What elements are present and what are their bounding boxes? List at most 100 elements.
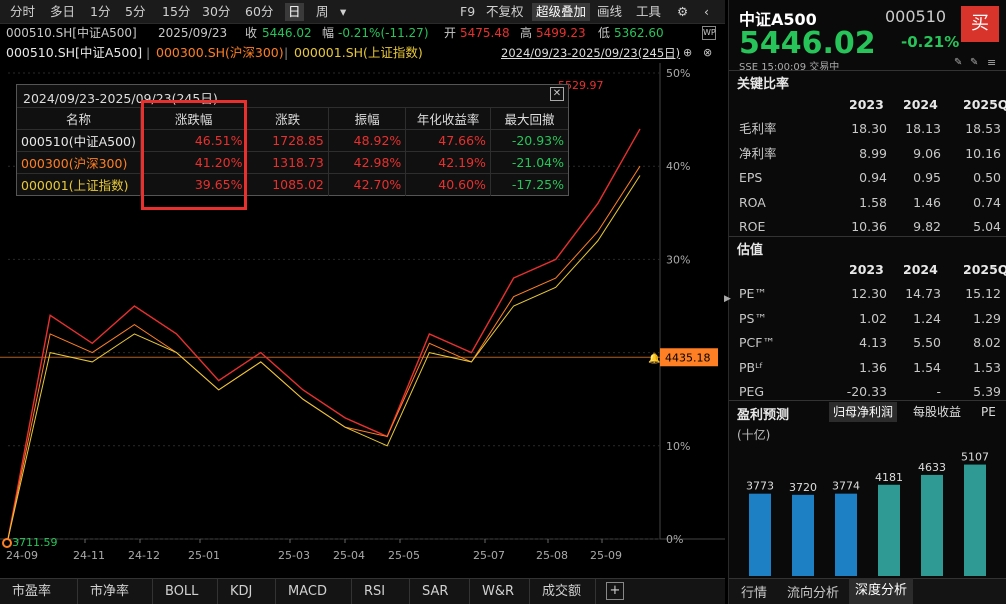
quote-code: 000510.SH[中证A500] [6, 26, 137, 40]
legend-series-sh[interactable]: 000001.SH(上证指数) [294, 43, 423, 63]
chevron-left-icon[interactable]: ‹ [704, 3, 709, 21]
tab-flow[interactable]: 流向分析 [787, 582, 839, 601]
indicator-tab-2[interactable]: BOLL [153, 579, 218, 604]
forecast-bar-label: 4181 [875, 471, 903, 484]
quote-close: 5446.02 [262, 26, 312, 40]
period-tab-4[interactable]: 15分 [162, 3, 190, 21]
forecast-bar-label: 3774 [832, 480, 860, 493]
period-tab-1[interactable]: 多日 [50, 3, 75, 21]
indicator-tab-5[interactable]: RSI [352, 579, 410, 604]
bell-icon: 🔔 [648, 352, 660, 364]
collapse-arrow-icon[interactable]: ▶ [724, 294, 731, 304]
legend-series-hs300[interactable]: 000300.SH(沪深300) [156, 43, 284, 63]
y-tick-label: 40% [666, 160, 690, 173]
table-row: PCF™ 4.13 5.50 8.02 [739, 335, 1001, 350]
toolbar-item-3[interactable]: 画线 [597, 3, 622, 21]
ratios-title: 关键比率 [737, 77, 790, 92]
x-tick-label: 25-03 [278, 549, 310, 562]
tab-net-profit[interactable]: 归母净利润 [829, 402, 898, 422]
period-tab-6[interactable]: 60分 [245, 3, 273, 21]
table-row: PE™ 12.30 14.73 15.12 [739, 286, 1001, 301]
x-tick-label: 25-09 [590, 549, 622, 562]
forecast-bar [749, 493, 771, 576]
y-tick-label: 0% [666, 533, 683, 546]
wp-icon[interactable]: WP [702, 26, 716, 40]
period-tab-0[interactable]: 分时 [10, 3, 35, 21]
quote-change: -0.21%(-11.27) [338, 26, 429, 40]
forecast-bar-label: 5107 [961, 451, 989, 464]
add-overlay-icon[interactable]: ⊕ [683, 43, 692, 63]
quote-open: 5475.48 [460, 26, 510, 40]
quote-high: 5499.23 [536, 26, 586, 40]
table-row[interactable]: 000510(中证A500) 46.51% 1728.85 48.92% 47.… [17, 129, 568, 152]
close-icon[interactable]: ✕ [550, 87, 564, 101]
toolbar-item-4[interactable]: 工具 [636, 3, 661, 21]
tab-eps[interactable]: 每股收益 [913, 402, 961, 422]
legend-series-a500[interactable]: 000510.SH[中证A500] [6, 43, 142, 63]
overlay-legend: 000510.SH[中证A500] | 000300.SH(沪深300) | 0… [0, 43, 725, 63]
toolbar-item-1[interactable]: 不复权 [486, 3, 524, 21]
toolbar-item-0[interactable]: F9 [460, 3, 475, 21]
gear-icon[interactable]: ⚙ [677, 3, 688, 21]
toolbar-item-2[interactable]: 超级叠加 [532, 3, 591, 21]
indicator-tab-0[interactable]: 市盈率 [0, 579, 78, 604]
table-row: 净利率 8.99 9.06 10.16 [739, 145, 1001, 161]
chevron-down-icon[interactable]: ▾ [340, 3, 346, 21]
legend-date-range[interactable]: 2024/09/23-2025/09/23(245日) [501, 43, 680, 63]
table-row: ROA 1.58 1.46 0.74 [739, 194, 1001, 210]
valuation-title: 估值 [737, 243, 764, 258]
forecast-chart: 3773 3720 3774 4181 4633 5107 [746, 451, 989, 576]
x-tick-label: 24-11 [73, 549, 105, 562]
forecast-bar [921, 474, 943, 576]
period-tab-7[interactable]: 日 [285, 3, 304, 21]
indicator-tab-8[interactable]: 成交额 [530, 579, 596, 604]
quote-low: 5362.60 [614, 26, 664, 40]
x-tick-label: 24-12 [128, 549, 160, 562]
forecast-bar [792, 494, 814, 576]
tab-depth[interactable]: 深度分析 [849, 578, 914, 604]
svg-text:4435.18: 4435.18 [665, 351, 711, 364]
x-tick-label: 25-07 [473, 549, 505, 562]
overlay-stats-panel: 2024/09/23-2025/09/23(245日) ✕ 名称 涨跌幅 涨跌 … [16, 84, 569, 196]
tab-pe[interactable]: PE [981, 402, 996, 422]
indicator-tab-7[interactable]: W&R [470, 579, 530, 604]
x-tick-label: 24-09 [6, 549, 38, 562]
marker-low: 3711.59 [12, 536, 58, 549]
indicator-tab-6[interactable]: SAR [410, 579, 470, 604]
period-tab-5[interactable]: 30分 [202, 3, 230, 21]
period-tab-2[interactable]: 1分 [90, 3, 110, 21]
edit-icon[interactable]: ✎ [954, 57, 962, 68]
indicator-tab-4[interactable]: MACD [276, 579, 352, 604]
quote-date: 2025/09/23 [158, 26, 228, 40]
x-tick-label: 25-08 [536, 549, 568, 562]
stock-pct: -0.21% [901, 33, 960, 51]
buy-button[interactable]: 买 [961, 6, 999, 42]
close-overlay-icon[interactable]: ⊗ [703, 43, 712, 63]
forecast-bar [835, 493, 857, 576]
y-tick-label: 10% [666, 440, 690, 453]
x-tick-label: 25-01 [188, 549, 220, 562]
edit-icon-2[interactable]: ✎ [970, 57, 978, 68]
forecast-title: 盈利预测 [737, 408, 790, 423]
indicator-tab-1[interactable]: 市净率 [78, 579, 153, 604]
indicator-tabs: 市盈率 市净率 BOLL KDJ MACD RSI SAR W&R 成交额 + [0, 578, 725, 604]
tab-quote[interactable]: 行情 [741, 582, 767, 601]
forecast-bar-label: 3720 [789, 481, 817, 494]
more-icon[interactable]: ≡ [987, 56, 996, 69]
y-tick-label: 50% [666, 67, 690, 80]
table-row: 毛利率 18.30 18.13 18.53 [739, 121, 1001, 136]
forecast-bar-label: 4633 [918, 461, 946, 474]
right-panel: 中证A500 000510 买 5446.02 -0.21% SSE 15:00… [728, 0, 1006, 604]
stock-code: 000510 [885, 7, 947, 26]
indicator-tab-3[interactable]: KDJ [218, 579, 276, 604]
period-tab-8[interactable]: 周 [316, 3, 329, 21]
forecast-bar [964, 464, 986, 576]
table-row[interactable]: 000300(沪深300) 41.20% 1318.73 42.98% 42.1… [17, 151, 568, 174]
add-indicator-button[interactable]: + [606, 582, 624, 600]
x-tick-label: 25-05 [388, 549, 420, 562]
table-row: PBᴸᶠ 1.36 1.54 1.53 [739, 359, 1001, 375]
table-row[interactable]: 000001(上证指数) 39.65% 1085.02 42.70% 40.60… [17, 173, 568, 196]
period-tab-3[interactable]: 5分 [125, 3, 145, 21]
forecast-bar [878, 484, 900, 576]
y-tick-label: 30% [666, 253, 690, 266]
